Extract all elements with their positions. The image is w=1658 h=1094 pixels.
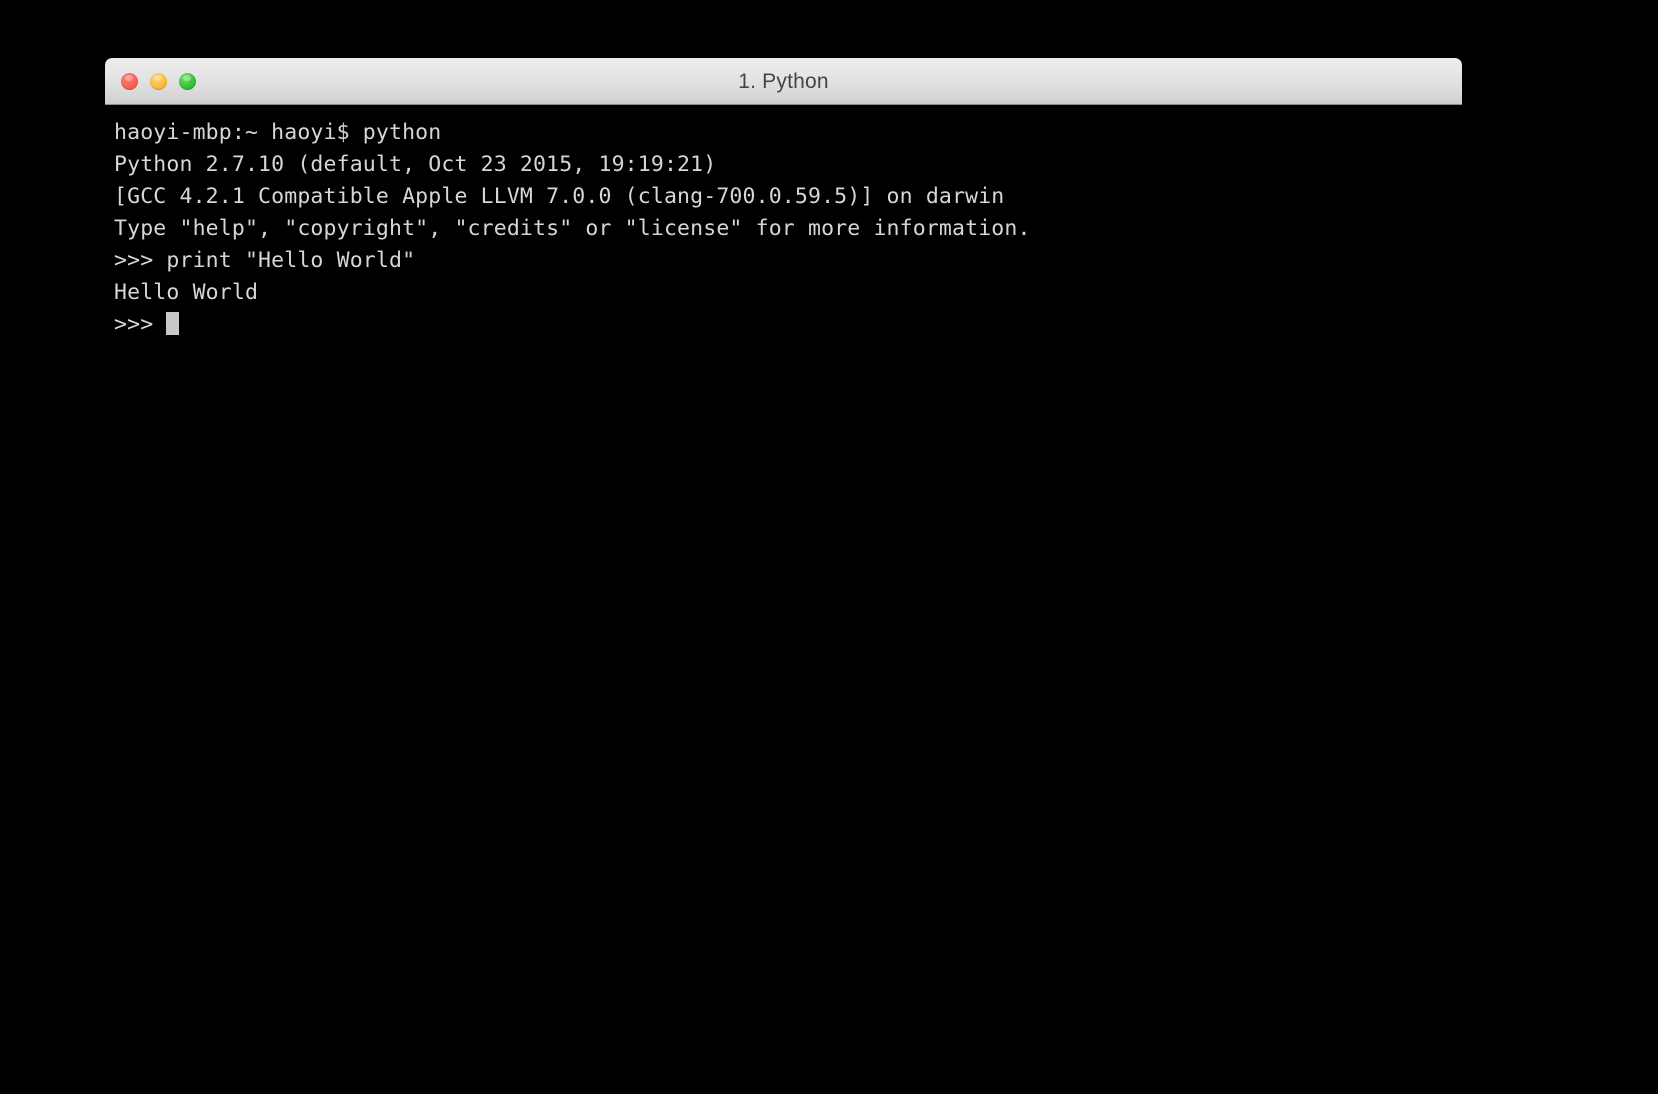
terminal-line: >>> print "Hello World" <box>114 248 416 273</box>
maximize-button[interactable] <box>179 73 196 90</box>
terminal-line: haoyi-mbp:~ haoyi$ python <box>114 120 442 145</box>
terminal-line: Type "help", "copyright", "credits" or "… <box>114 216 1031 241</box>
terminal-line: Python 2.7.10 (default, Oct 23 2015, 19:… <box>114 152 717 177</box>
prompt-symbol: >>> <box>114 312 167 337</box>
close-button[interactable] <box>121 73 138 90</box>
text-cursor <box>166 312 180 335</box>
terminal-prompt-line[interactable]: >>> <box>114 309 1462 341</box>
terminal-line: [GCC 4.2.1 Compatible Apple LLVM 7.0.0 (… <box>114 184 1005 209</box>
window-controls <box>121 58 196 105</box>
terminal-window[interactable]: 1. Python haoyi-mbp:~ haoyi$ python Pyth… <box>105 58 1462 1094</box>
terminal-line: Hello World <box>114 280 259 305</box>
window-title: 1. Python <box>738 70 829 93</box>
minimize-button[interactable] <box>150 73 167 90</box>
window-titlebar[interactable]: 1. Python <box>105 58 1462 105</box>
terminal-output-area[interactable]: haoyi-mbp:~ haoyi$ python Python 2.7.10 … <box>105 105 1462 1094</box>
